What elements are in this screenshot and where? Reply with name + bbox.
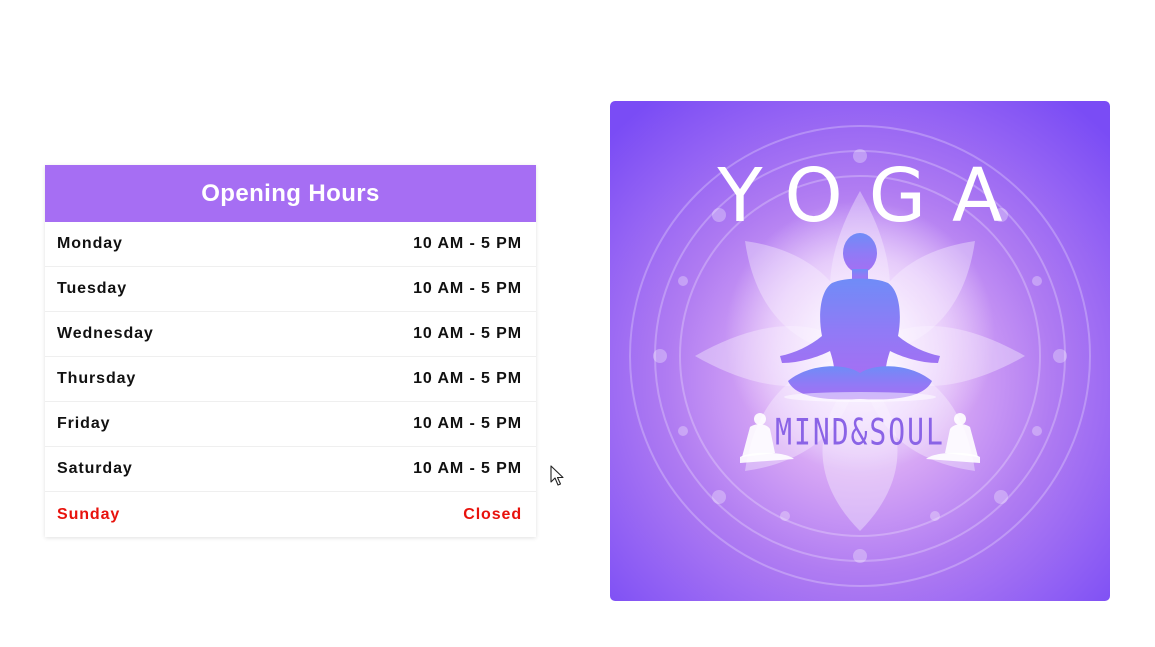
- hours-value: 10 AM - 5 PM: [413, 415, 522, 432]
- hours-value: 10 AM - 5 PM: [413, 325, 522, 342]
- hours-row-thursday: Thursday 10 AM - 5 PM: [45, 357, 536, 402]
- day-label: Thursday: [57, 370, 137, 387]
- hours-row-saturday: Saturday 10 AM - 5 PM: [45, 447, 536, 492]
- day-label: Monday: [57, 235, 123, 252]
- hours-value: 10 AM - 5 PM: [413, 370, 522, 387]
- hours-row-friday: Friday 10 AM - 5 PM: [45, 402, 536, 447]
- day-label: Tuesday: [57, 280, 128, 297]
- hours-row-sunday: Sunday Closed: [45, 492, 536, 537]
- hours-value: 10 AM - 5 PM: [413, 235, 522, 252]
- hours-value: 10 AM - 5 PM: [413, 280, 522, 297]
- poster-title: YOGA: [717, 153, 1029, 239]
- hours-row-monday: Monday 10 AM - 5 PM: [45, 222, 536, 267]
- poster-subtitle: MIND&SOUL: [775, 410, 945, 454]
- day-label: Sunday: [57, 505, 121, 523]
- mouse-pointer-icon: [550, 465, 564, 486]
- day-label: Wednesday: [57, 325, 154, 342]
- opening-hours-title: Opening Hours: [45, 165, 536, 222]
- closed-status: Closed: [463, 505, 522, 523]
- hours-value: 10 AM - 5 PM: [413, 460, 522, 477]
- day-label: Saturday: [57, 460, 133, 477]
- yoga-poster-image: YOGA MIND&SOUL: [610, 101, 1110, 601]
- hours-row-wednesday: Wednesday 10 AM - 5 PM: [45, 312, 536, 357]
- day-label: Friday: [57, 415, 111, 432]
- hours-row-tuesday: Tuesday 10 AM - 5 PM: [45, 267, 536, 312]
- opening-hours-card: Opening Hours Monday 10 AM - 5 PM Tuesda…: [45, 165, 536, 537]
